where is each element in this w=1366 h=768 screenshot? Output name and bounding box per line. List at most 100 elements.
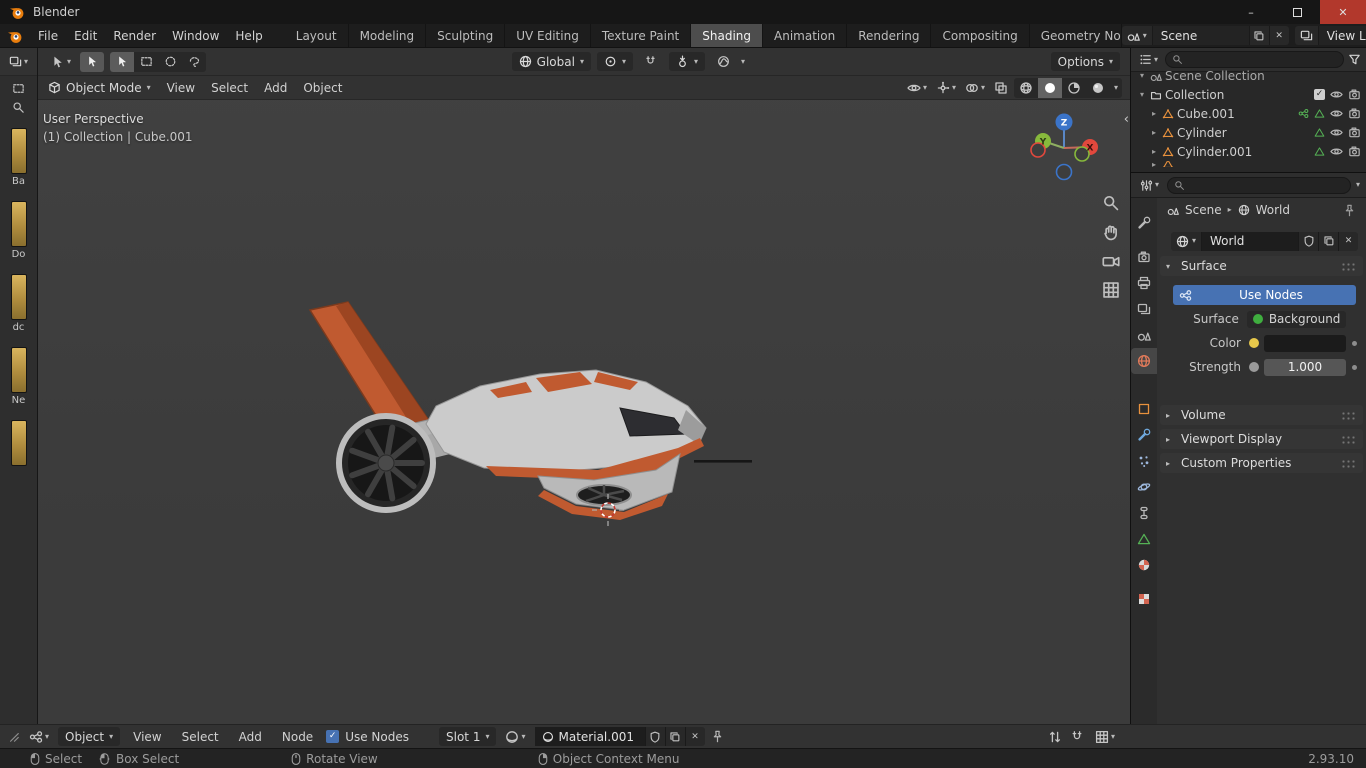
panel-drag-handle[interactable] — [1341, 458, 1357, 468]
material-fake-user-button[interactable] — [644, 727, 665, 746]
material-unlink-button[interactable]: ✕ — [684, 727, 705, 746]
viewport-canvas[interactable] — [38, 100, 1130, 724]
outliner-display-dropdown[interactable]: ▾ — [1136, 51, 1161, 68]
tab-geometry-nodes[interactable]: Geometry Nod — [1030, 24, 1122, 47]
xray-toggle[interactable] — [991, 79, 1011, 97]
world-browse-button[interactable]: ▾ — [1171, 231, 1203, 251]
panel-drag-handle[interactable] — [1341, 410, 1357, 420]
collection-checkbox[interactable]: ✓ — [1314, 89, 1325, 100]
tab-physics[interactable] — [1131, 474, 1157, 500]
tab-output[interactable] — [1131, 270, 1157, 296]
outliner-row-partial[interactable]: ▸ — [1131, 161, 1366, 167]
outliner-row-cube[interactable]: ▸ Cube.001 — [1131, 104, 1366, 123]
world-unlink-button[interactable]: ✕ — [1338, 231, 1359, 251]
view-layer-icon[interactable] — [1294, 26, 1319, 45]
panel-drag-handle[interactable] — [1341, 434, 1357, 444]
rendered-shading-button[interactable] — [1086, 78, 1110, 98]
mode-dropdown[interactable]: Object Mode ▾ — [46, 78, 158, 97]
tab-modeling[interactable]: Modeling — [349, 24, 427, 47]
panel-drag-handle[interactable] — [1341, 261, 1357, 271]
shader-menu-view[interactable]: View — [126, 725, 168, 749]
search-icon[interactable] — [0, 95, 37, 114]
pin-icon[interactable] — [1343, 204, 1356, 217]
file-item[interactable]: Do — [0, 201, 37, 260]
camera-visibility-icon[interactable] — [1348, 88, 1361, 101]
tab-scene[interactable] — [1131, 322, 1157, 348]
material-copy-button[interactable] — [664, 727, 685, 746]
world-copy-button[interactable] — [1318, 231, 1339, 251]
tab-view-layer[interactable] — [1131, 296, 1157, 322]
viewport-menu-select[interactable]: Select — [204, 76, 255, 99]
object-visibility-dropdown[interactable]: ▾ — [904, 79, 930, 97]
snap-settings-dropdown[interactable]: ▾ — [668, 52, 705, 71]
shader-type-dropdown[interactable]: Object ▾ — [58, 727, 121, 746]
hide-eye-icon[interactable] — [1330, 107, 1343, 120]
display-mode-icon[interactable] — [0, 76, 37, 95]
active-tool-dropdown[interactable]: ▾ — [48, 53, 74, 71]
scene-unlink-button[interactable]: ✕ — [1268, 26, 1289, 45]
select-tweak-button[interactable] — [110, 51, 135, 72]
menu-help[interactable]: Help — [227, 24, 270, 47]
tweak-tool-button[interactable] — [80, 51, 105, 72]
surface-type-dropdown[interactable]: Background — [1246, 310, 1347, 328]
overlays-dropdown[interactable]: ▾ — [962, 79, 988, 97]
tab-object-data[interactable] — [1131, 526, 1157, 552]
file-browser-editor-button[interactable]: ▾ — [0, 48, 37, 76]
strength-value-field[interactable]: 1.000 — [1264, 358, 1346, 376]
orientation-dropdown[interactable]: Global ▾ — [511, 52, 591, 71]
material-preview-button[interactable] — [1062, 78, 1086, 98]
outliner-row-cylinder[interactable]: ▸ Cylinder — [1131, 123, 1366, 142]
select-box-button[interactable] — [134, 52, 158, 72]
move-view-icon[interactable] — [1102, 223, 1120, 241]
pin-icon[interactable] — [711, 730, 724, 743]
hide-eye-icon[interactable] — [1330, 126, 1343, 139]
tab-material[interactable] — [1131, 552, 1157, 578]
camera-visibility-icon[interactable] — [1348, 107, 1361, 120]
viewport-menu-add[interactable]: Add — [257, 76, 294, 99]
animate-dot[interactable] — [1351, 340, 1357, 346]
slot-dropdown[interactable]: Slot 1 ▾ — [439, 727, 497, 746]
scene-browse-button[interactable]: ▾ — [1121, 26, 1153, 45]
properties-editor-dropdown[interactable]: ▾ — [1137, 177, 1162, 194]
tab-object[interactable] — [1131, 396, 1157, 422]
menu-edit[interactable]: Edit — [66, 24, 105, 47]
use-nodes-button[interactable]: Use Nodes — [1173, 285, 1356, 305]
breadcrumb-world[interactable]: World — [1256, 203, 1290, 217]
close-button[interactable]: ✕ — [1320, 0, 1366, 24]
outliner-search-input[interactable] — [1165, 51, 1344, 68]
tab-rendering[interactable]: Rendering — [847, 24, 932, 47]
tab-world[interactable] — [1131, 348, 1157, 374]
snap-magnet-icon[interactable] — [1070, 730, 1084, 744]
minimize-button[interactable]: – — [1228, 0, 1274, 24]
camera-view-icon[interactable] — [1102, 252, 1120, 270]
volume-panel-header[interactable]: ▸ Volume — [1160, 405, 1363, 425]
file-item[interactable]: Ba — [0, 128, 37, 187]
solid-shading-button[interactable] — [1037, 77, 1062, 98]
menu-render[interactable]: Render — [105, 24, 164, 47]
proportional-edit-toggle[interactable] — [711, 52, 735, 72]
parent-links-icon[interactable] — [1048, 730, 1062, 744]
camera-visibility-icon[interactable] — [1348, 145, 1361, 158]
spaceship-model[interactable] — [308, 301, 752, 520]
viewport-menu-view[interactable]: View — [160, 76, 202, 99]
editor-corner-icon[interactable] — [8, 731, 20, 743]
wireframe-shading-button[interactable] — [1014, 78, 1038, 98]
snap-toggle[interactable] — [639, 52, 663, 72]
custom-properties-panel-header[interactable]: ▸ Custom Properties — [1160, 453, 1363, 473]
options-dropdown[interactable]: Options ▾ — [1050, 52, 1120, 71]
tab-texture[interactable] — [1131, 586, 1157, 612]
orthographic-toggle-icon[interactable] — [1102, 281, 1120, 299]
viewport-display-panel-header[interactable]: ▸ Viewport Display — [1160, 429, 1363, 449]
animate-dot[interactable] — [1351, 364, 1357, 370]
surface-panel-header[interactable]: ▾ Surface — [1160, 256, 1363, 276]
menu-window[interactable]: Window — [164, 24, 227, 47]
hide-eye-icon[interactable] — [1330, 145, 1343, 158]
gizmos-dropdown[interactable]: ▾ — [933, 79, 959, 97]
snap-node-dropdown[interactable]: ▾ — [1092, 728, 1118, 746]
world-name-field[interactable]: World — [1202, 231, 1299, 251]
hide-eye-icon[interactable] — [1330, 88, 1343, 101]
tab-render[interactable] — [1131, 244, 1157, 270]
zoom-icon[interactable] — [1102, 194, 1120, 212]
camera-visibility-icon[interactable] — [1348, 126, 1361, 139]
tab-particles[interactable] — [1131, 448, 1157, 474]
